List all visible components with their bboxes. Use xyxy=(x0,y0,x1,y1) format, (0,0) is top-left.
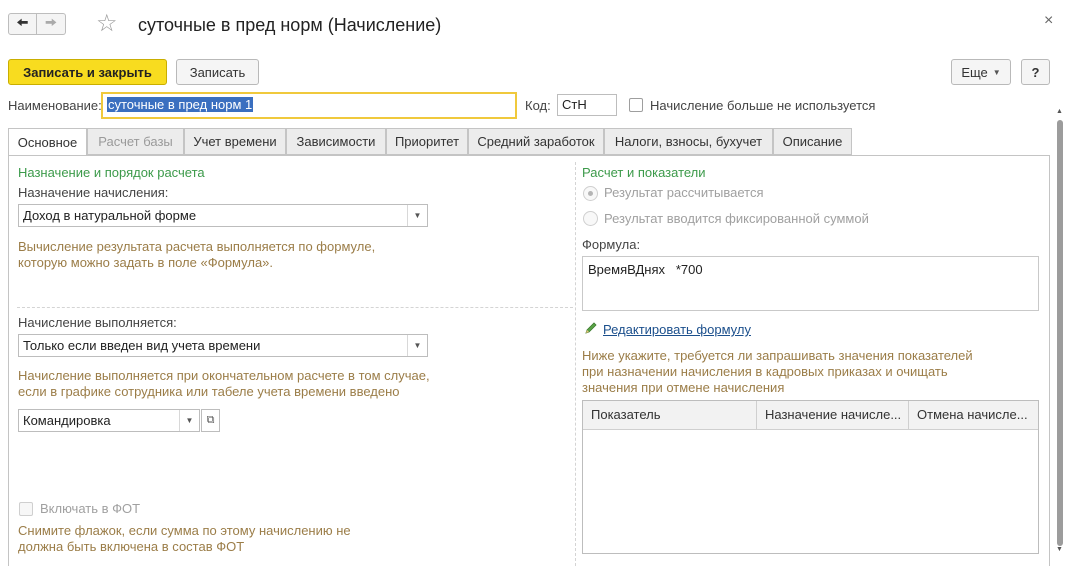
time-type-select[interactable]: Командировка ▼ xyxy=(18,409,200,432)
tab-base-calc[interactable]: Расчет базы xyxy=(87,128,184,155)
tab-time-tracking[interactable]: Учет времени xyxy=(184,128,286,155)
exec-hint-line-1: Начисление выполняется при окончательном… xyxy=(18,368,430,383)
pencil-icon[interactable] xyxy=(584,321,598,335)
more-button[interactable]: Еще ▼ xyxy=(951,59,1011,85)
indicators-hint-line-2: при назначении начисления в кадровых при… xyxy=(582,364,948,379)
forward-button[interactable]: 🠪 xyxy=(37,13,66,35)
name-input[interactable]: суточные в пред норм 1 xyxy=(101,92,517,119)
time-type-select-value: Командировка xyxy=(23,413,111,428)
indicators-hint-line-1: Ниже укажите, требуется ли запрашивать з… xyxy=(582,348,973,363)
column-header-cancellation[interactable]: Отмена начисле... xyxy=(909,401,1038,429)
tab-description[interactable]: Описание xyxy=(773,128,852,155)
unused-checkbox[interactable] xyxy=(629,98,643,112)
code-input[interactable]: СтН xyxy=(557,94,617,116)
chevron-down-icon[interactable]: ▼ xyxy=(407,335,427,356)
back-button[interactable]: 🠨 xyxy=(8,13,37,35)
tab-dependencies[interactable]: Зависимости xyxy=(286,128,386,155)
unused-label: Начисление больше не используется xyxy=(650,98,876,113)
chevron-down-icon[interactable]: ▼ xyxy=(179,410,199,431)
radio-calculated-label: Результат рассчитывается xyxy=(604,185,764,200)
tab-taxes-accounting[interactable]: Налоги, взносы, бухучет xyxy=(604,128,773,155)
save-button[interactable]: Записать xyxy=(176,59,259,85)
name-label: Наименование: xyxy=(8,98,102,113)
formula-label: Формула: xyxy=(582,237,641,252)
edit-formula-link[interactable]: Редактировать формулу xyxy=(603,322,751,337)
fot-hint-line-2: должна быть включена в состав ФОТ xyxy=(18,539,245,554)
scrollbar-thumb[interactable] xyxy=(1057,120,1063,546)
tab-main[interactable]: Основное xyxy=(8,128,87,156)
fot-label: Включать в ФОТ xyxy=(40,501,141,516)
exec-hint-line-2: если в графике сотрудника или табеле уче… xyxy=(18,384,400,399)
close-icon[interactable]: × xyxy=(1044,12,1053,30)
fot-hint-line-1: Снимите флажок, если сумма по этому начи… xyxy=(18,523,351,538)
purpose-select[interactable]: Доход в натуральной форме ▼ xyxy=(18,204,428,227)
purpose-select-value: Доход в натуральной форме xyxy=(23,208,197,223)
arrow-right-icon: 🠪 xyxy=(45,14,57,30)
arrow-left-icon: 🠨 xyxy=(16,14,29,30)
star-icon[interactable]: ☆ xyxy=(96,11,118,37)
purpose-label: Назначение начисления: xyxy=(18,185,169,200)
exec-label: Начисление выполняется: xyxy=(18,315,177,330)
save-and-close-button[interactable]: Записать и закрыть xyxy=(8,59,167,85)
chevron-down-icon[interactable]: ▼ xyxy=(407,205,427,226)
purpose-section-title: Назначение и порядок расчета xyxy=(18,165,205,180)
name-input-value: суточные в пред норм 1 xyxy=(107,97,254,112)
radio-fixed[interactable] xyxy=(583,211,598,226)
vertical-scrollbar[interactable]: ▲ ▼ xyxy=(1054,108,1066,560)
column-header-assignment[interactable]: Назначение начисле... xyxy=(757,401,909,429)
purpose-hint-line-1: Вычисление результата расчета выполняетс… xyxy=(18,239,376,254)
code-label: Код: xyxy=(525,98,551,113)
table-header: Показатель Назначение начисле... Отмена … xyxy=(583,401,1038,430)
chevron-down-icon: ▼ xyxy=(992,67,1001,77)
formula-textarea[interactable]: ВремяВДнях *700 xyxy=(582,256,1039,311)
column-divider xyxy=(575,162,576,566)
radio-fixed-label: Результат вводится фиксированной суммой xyxy=(604,211,869,226)
exec-select-value: Только если введен вид учета времени xyxy=(23,338,261,353)
column-header-indicator[interactable]: Показатель xyxy=(583,401,757,429)
radio-calculated[interactable] xyxy=(583,186,598,201)
more-label: Еще xyxy=(961,64,988,80)
indicators-hint-line-3: значения при отмене начисления xyxy=(582,380,785,395)
window-title: суточные в пред норм (Начисление) xyxy=(138,15,442,35)
tab-average-earnings[interactable]: Средний заработок xyxy=(468,128,604,155)
purpose-hint-line-2: которую можно задать в поле «Формула». xyxy=(18,255,274,270)
scroll-up-icon[interactable]: ▲ xyxy=(1056,108,1063,115)
fot-checkbox[interactable] xyxy=(19,502,33,516)
indicators-table[interactable]: Показатель Назначение начисле... Отмена … xyxy=(582,400,1039,554)
exec-select[interactable]: Только если введен вид учета времени ▼ xyxy=(18,334,428,357)
help-button[interactable]: ? xyxy=(1021,59,1050,85)
open-icon[interactable]: ⧉ xyxy=(201,409,220,432)
section-divider xyxy=(17,307,573,308)
scroll-down-icon[interactable]: ▼ xyxy=(1056,546,1063,553)
calc-section-title: Расчет и показатели xyxy=(582,165,706,180)
tab-priority[interactable]: Приоритет xyxy=(386,128,468,155)
